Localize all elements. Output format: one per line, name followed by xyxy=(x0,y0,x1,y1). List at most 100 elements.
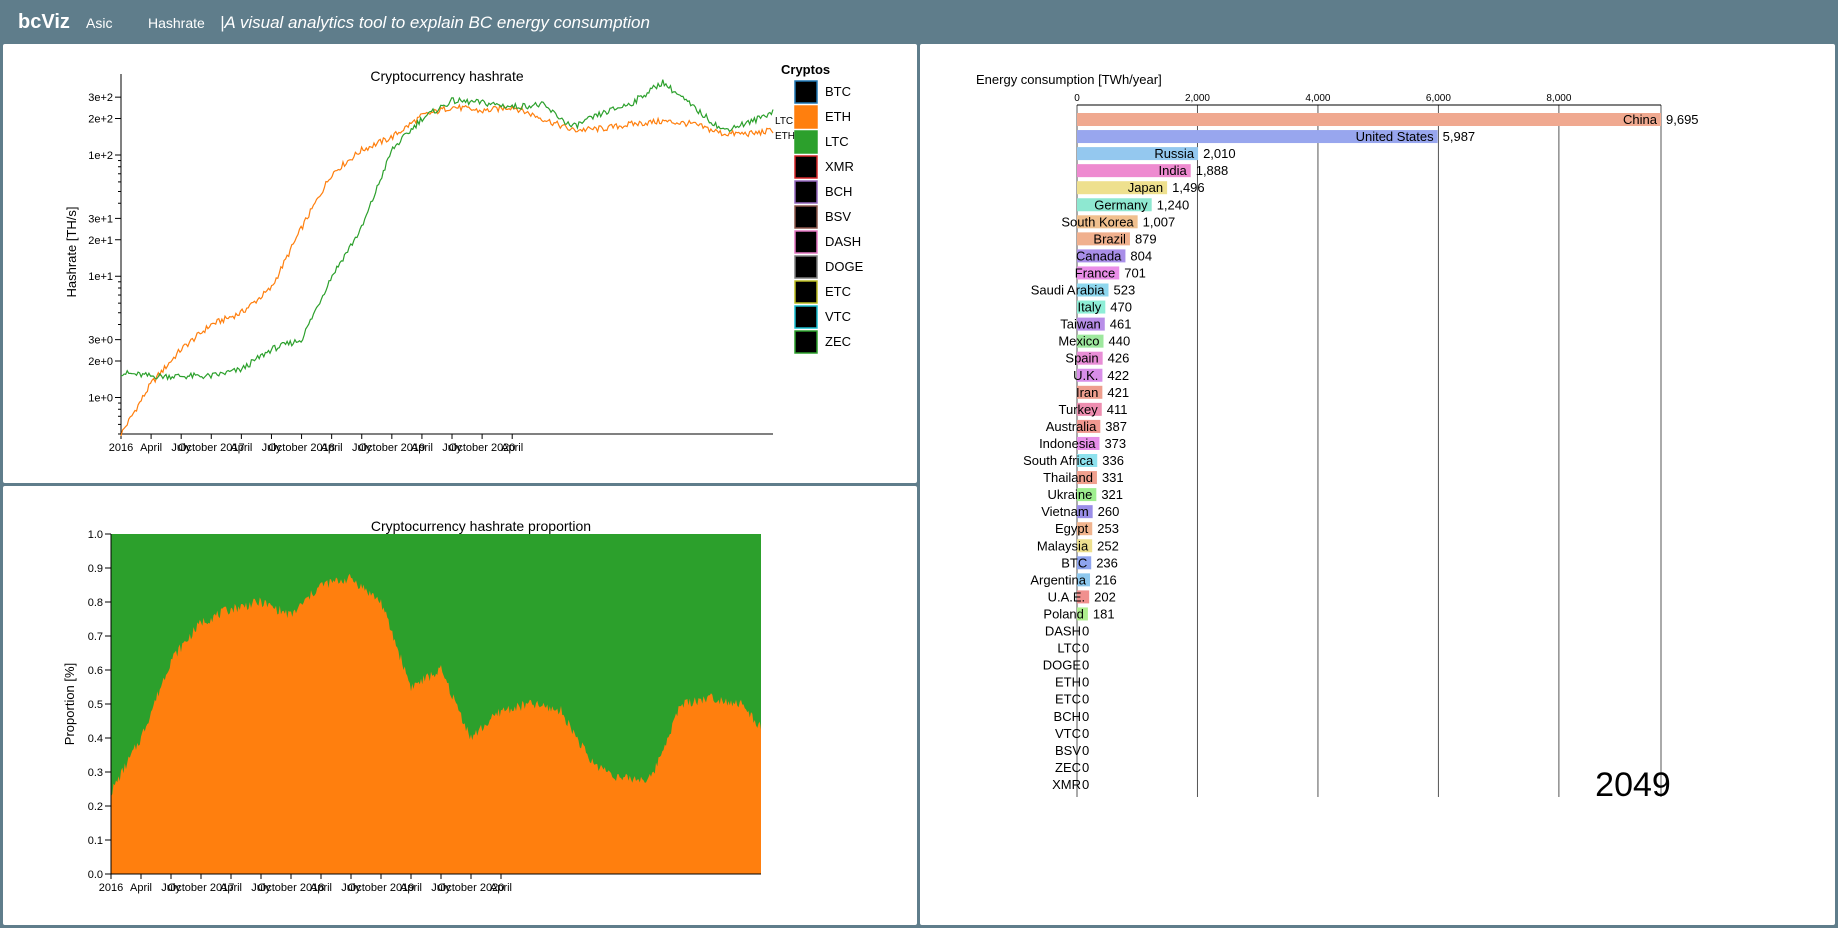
bar-value-label: 336 xyxy=(1102,453,1124,468)
bar-malaysia: Malaysia 252 xyxy=(1037,538,1119,553)
bar-value-label: 421 xyxy=(1107,385,1129,400)
proportion-area-chart: Cryptocurrency hashrate proportion Propor… xyxy=(62,518,761,894)
legend-item-doge[interactable]: DOGE xyxy=(794,255,864,279)
bar-value-label: 470 xyxy=(1110,300,1132,315)
bar-value-label: 253 xyxy=(1097,521,1119,536)
bar-value-label: 216 xyxy=(1095,572,1117,587)
y-tick-label: 0.5 xyxy=(88,699,103,711)
legend-label: ETH xyxy=(825,109,851,124)
legend-item-ltc[interactable]: LTC xyxy=(794,130,849,154)
bar-italy: Italy 470 xyxy=(1077,300,1132,315)
y-tick-label: 3e+1 xyxy=(88,213,113,225)
bar-label: Russia xyxy=(1154,146,1195,161)
y-tick-label: 2e+2 xyxy=(88,113,113,125)
bar-label: Iran xyxy=(1076,385,1098,400)
bar-label: U.K. xyxy=(1073,368,1098,383)
x-tick-label: 2016 xyxy=(99,882,123,894)
bar-value-label: 387 xyxy=(1105,419,1127,434)
bar-label: United States xyxy=(1356,129,1435,144)
y-tick-label: 0.1 xyxy=(88,835,103,847)
bar-label: Brazil xyxy=(1093,231,1126,246)
bar-value-label: 2,010 xyxy=(1203,146,1236,161)
bar-label: U.A.E. xyxy=(1048,589,1086,604)
legend-label: DASH xyxy=(825,234,861,249)
bar-label: Germany xyxy=(1094,197,1148,212)
bar-value-label: 879 xyxy=(1135,231,1157,246)
top-bar: bcViz Asic Hashrate |A visual analytics … xyxy=(0,0,1838,45)
chart-title: Energy consumption [TWh/year] xyxy=(976,72,1162,87)
legend-item-btc[interactable]: BTC xyxy=(794,80,851,104)
bar-value-label: 9,695 xyxy=(1666,112,1699,127)
bar-value-label: 1,007 xyxy=(1143,214,1176,229)
bar-value-label: 440 xyxy=(1109,334,1131,349)
legend-swatch xyxy=(794,230,818,254)
bar-united-states: United States 5,987 xyxy=(1077,129,1475,144)
bar-label: Taiwan xyxy=(1060,317,1100,332)
bar-label: India xyxy=(1159,163,1188,178)
bar-value-label: 331 xyxy=(1102,470,1124,485)
bar-value-label: 181 xyxy=(1093,606,1115,621)
legend-item-eth[interactable]: ETH xyxy=(794,105,851,129)
x-tick-label: April xyxy=(130,882,152,894)
bar-value-label: 0 xyxy=(1082,658,1089,673)
legend-item-xmr[interactable]: XMR xyxy=(794,155,854,179)
bar-value-label: 321 xyxy=(1101,487,1123,502)
bar-indonesia: Indonesia 373 xyxy=(1039,436,1126,451)
bar-value-label: 373 xyxy=(1104,436,1126,451)
proportion-panel: Cryptocurrency hashrate proportion Propor… xyxy=(2,485,918,926)
app-brand[interactable]: bcViz xyxy=(18,11,70,34)
bar-mexico: Mexico 440 xyxy=(1058,334,1130,349)
bar-label: Poland xyxy=(1043,606,1083,621)
bar-france: France 701 xyxy=(1075,265,1146,280)
x-tick-label: April xyxy=(411,442,433,454)
y-tick-label: 0.3 xyxy=(88,767,103,779)
bar-rect xyxy=(1077,113,1661,126)
y-tick-label: 1e+2 xyxy=(88,150,113,162)
bar-value-label: 411 xyxy=(1107,402,1128,417)
x-tick-label: April xyxy=(400,882,422,894)
legend-item-dash[interactable]: DASH xyxy=(794,230,861,254)
x-tick-label: April xyxy=(321,442,343,454)
bar-ltc: LTC 0 xyxy=(1057,641,1089,656)
bar-value-label: 236 xyxy=(1096,555,1118,570)
bar-value-label: 0 xyxy=(1082,692,1089,707)
x-tick-label: April xyxy=(310,882,332,894)
bar-label: LTC xyxy=(1057,641,1081,656)
y-tick-label: 0.6 xyxy=(88,665,103,677)
bar-label: ETC xyxy=(1055,692,1081,707)
y-tick-label: 0.9 xyxy=(88,563,103,575)
bar-label: Malaysia xyxy=(1037,538,1089,553)
nav-hashrate[interactable]: Hashrate xyxy=(148,15,205,31)
bar-label: BTC xyxy=(1061,555,1087,570)
end-label-ltc: LTC xyxy=(775,116,793,127)
y-tick-label: 0.2 xyxy=(88,801,103,813)
bar-saudi-arabia: Saudi Arabia 523 xyxy=(1031,283,1135,298)
bar-value-label: 202 xyxy=(1094,589,1116,604)
y-tick-label: 0.4 xyxy=(88,733,103,745)
y-tick-label: 0.7 xyxy=(88,631,103,643)
y-tick-label: 3e+0 xyxy=(88,335,113,347)
bar-zec: ZEC 0 xyxy=(1055,760,1089,775)
bar-label: Turkey xyxy=(1059,402,1099,417)
bar-label: XMR xyxy=(1052,777,1081,792)
chart-title: Cryptocurrency hashrate xyxy=(370,68,524,84)
bar-value-label: 426 xyxy=(1108,351,1130,366)
bar-egypt: Egypt 253 xyxy=(1055,521,1119,536)
legend-item-bch[interactable]: BCH xyxy=(794,180,852,204)
legend-item-vtc[interactable]: VTC xyxy=(794,305,851,329)
bar-argentina: Argentina 216 xyxy=(1030,572,1116,587)
bar-label: South Africa xyxy=(1023,453,1094,468)
bar-label: Australia xyxy=(1046,419,1097,434)
legend-item-etc[interactable]: ETC xyxy=(794,280,851,304)
energy-bar-chart: Energy consumption [TWh/year] 0 2,000 4,000… xyxy=(976,72,1699,804)
bar-label: DASH xyxy=(1045,624,1081,639)
legend-item-zec[interactable]: ZEC xyxy=(794,330,851,354)
legend-item-bsv[interactable]: BSV xyxy=(794,205,851,229)
bar-value-label: 0 xyxy=(1082,726,1089,741)
bar-label: Saudi Arabia xyxy=(1031,283,1105,298)
nav-asic[interactable]: Asic xyxy=(86,15,112,31)
bar-spain: Spain 426 xyxy=(1065,351,1129,366)
y-axis-label: Hashrate [TH/s] xyxy=(64,206,79,297)
bar-value-label: 1,496 xyxy=(1172,180,1205,195)
bar-value-label: 0 xyxy=(1082,760,1089,775)
